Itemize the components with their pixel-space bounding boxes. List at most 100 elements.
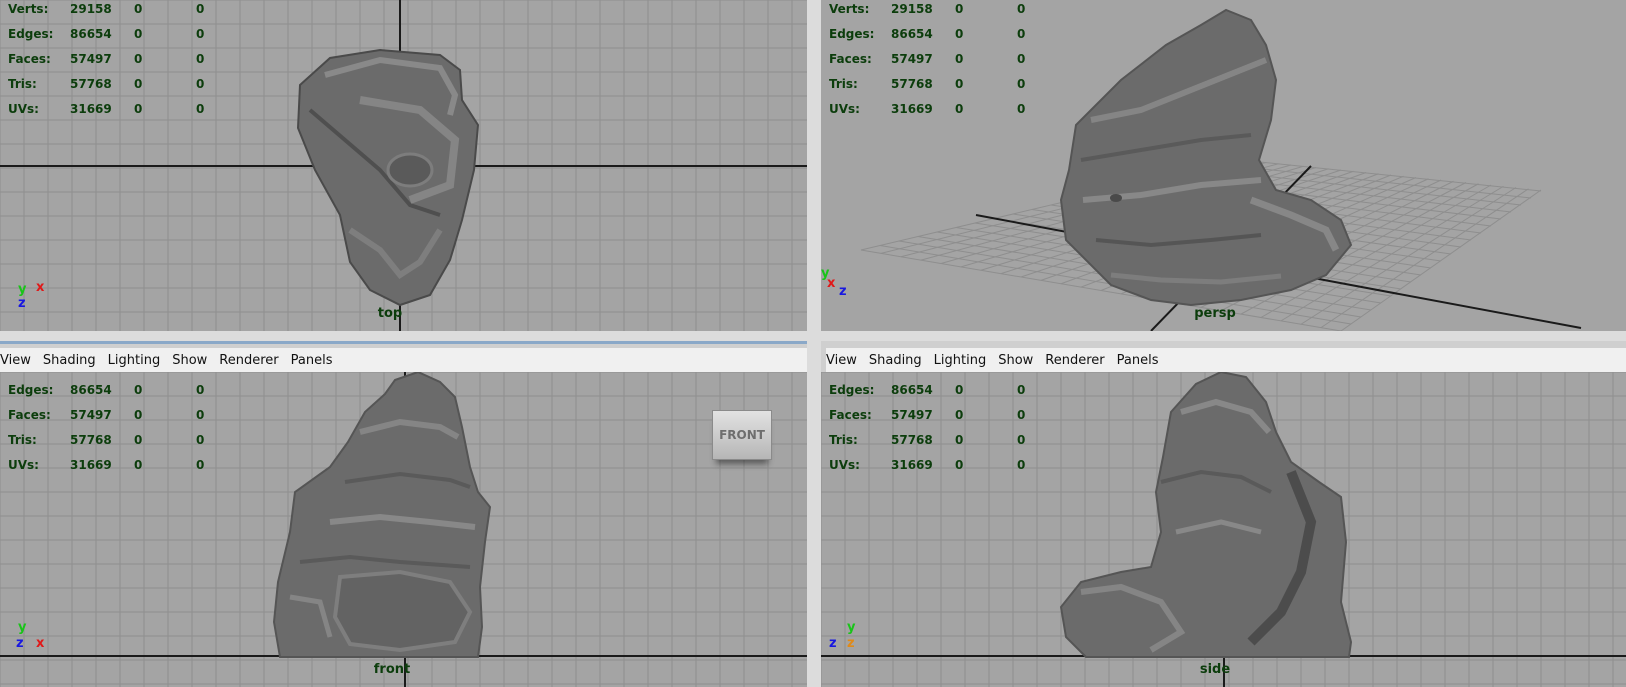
camera-name-label: front xyxy=(373,662,411,677)
hud-v2: 0 xyxy=(955,458,964,472)
axis-gizmo: y z x xyxy=(14,620,50,656)
hud-v3: 0 xyxy=(196,408,205,422)
camera-name-label: top xyxy=(377,306,403,321)
hud-v3: 0 xyxy=(1017,433,1026,447)
hud-v3: 0 xyxy=(196,77,205,91)
rock-mesh-side xyxy=(1059,372,1353,658)
hud-v1: 57497 xyxy=(891,52,933,66)
hud-v1: 29158 xyxy=(891,2,933,16)
menu-show[interactable]: Show xyxy=(172,353,207,368)
hud-v1: 29158 xyxy=(70,2,112,16)
hud-v1: 86654 xyxy=(891,383,933,397)
top-view-canvas xyxy=(0,0,807,331)
viewport-side[interactable]: Verts:2915800Edges:8665400Faces:5749700T… xyxy=(821,372,1626,687)
hud-v3: 0 xyxy=(196,433,205,447)
hud-v2: 0 xyxy=(134,52,143,66)
axis-gizmo: y x z xyxy=(14,280,50,316)
hud-v3: 0 xyxy=(1017,408,1026,422)
hud-label: Verts: xyxy=(829,2,870,16)
viewport-divider-vertical[interactable] xyxy=(807,0,821,687)
viewport-divider-horizontal[interactable] xyxy=(0,331,1626,341)
hud-label: Tris: xyxy=(829,77,858,91)
hud-v3: 0 xyxy=(1017,383,1026,397)
menu-view[interactable]: View xyxy=(0,353,31,368)
rock-mesh-top xyxy=(296,48,480,307)
viewport-persp[interactable]: Verts: 29158 0 0 Edges: 86654 0 0 Faces: 57497 0 0 T… xyxy=(821,0,1626,331)
hud-v1: 31669 xyxy=(891,458,933,472)
hud-label: UVs: xyxy=(829,102,860,116)
hud-v3: 0 xyxy=(1017,458,1026,472)
rock-mesh-front xyxy=(272,372,492,658)
hud-v1: 57768 xyxy=(891,433,933,447)
hud-v1: 86654 xyxy=(70,383,112,397)
rock-mesh-persp xyxy=(1059,8,1353,307)
axis-label-y: y xyxy=(18,620,27,635)
hud-v2: 0 xyxy=(134,408,143,422)
menu-shading[interactable]: Shading xyxy=(869,353,922,368)
camera-name-label: side xyxy=(1199,662,1231,677)
hud-v1: 57768 xyxy=(70,433,112,447)
hud-v3: 0 xyxy=(196,102,205,116)
hud-label: UVs: xyxy=(8,458,39,472)
menu-view[interactable]: View xyxy=(826,353,857,368)
side-view-canvas xyxy=(821,372,1626,687)
hud-label: Edges: xyxy=(8,27,54,41)
axis-label-z: z xyxy=(16,636,24,651)
hud-label: Faces: xyxy=(8,408,51,422)
viewport-top[interactable]: Verts: 29158 0 0 Edges: 86654 0 0 Faces: 57497 0 0 T… xyxy=(0,0,807,331)
hud-v3: 0 xyxy=(196,52,205,66)
hud-label: Tris: xyxy=(8,433,37,447)
hud-v1: 57497 xyxy=(70,408,112,422)
hud-v2: 0 xyxy=(134,2,143,16)
hud-v3: 0 xyxy=(196,2,205,16)
menu-lighting[interactable]: Lighting xyxy=(934,353,987,368)
menu-renderer[interactable]: Renderer xyxy=(1045,353,1104,368)
hud-label: Verts: xyxy=(8,2,49,16)
hud-v2: 0 xyxy=(134,433,143,447)
menu-panels[interactable]: Panels xyxy=(291,353,333,368)
hud-v1: 57497 xyxy=(891,408,933,422)
hud-label: Edges: xyxy=(829,383,875,397)
hud-v1: 57768 xyxy=(891,77,933,91)
persp-view-canvas xyxy=(860,8,1582,331)
hud-v2: 0 xyxy=(134,383,143,397)
hud-v1: 86654 xyxy=(70,27,112,41)
hud-v1: 57497 xyxy=(70,52,112,66)
hud-label: Tris: xyxy=(8,77,37,91)
hud-v3: 0 xyxy=(1017,102,1026,116)
hud-label: Faces: xyxy=(8,52,51,66)
hud-label: Faces: xyxy=(829,408,872,422)
axis-label-x: x xyxy=(36,280,45,295)
hud-label: Faces: xyxy=(829,52,872,66)
hud-v1: 31669 xyxy=(70,458,112,472)
hud-v2: 0 xyxy=(134,102,143,116)
menu-show[interactable]: Show xyxy=(998,353,1033,368)
hud-v3: 0 xyxy=(196,383,205,397)
hud-v2: 0 xyxy=(955,2,964,16)
axis-gizmo: y x z xyxy=(821,264,857,300)
hud-v3: 0 xyxy=(1017,52,1026,66)
axis-label-z2: z xyxy=(847,636,855,651)
axis-label-z: z xyxy=(839,284,847,299)
axis-label-x: x xyxy=(36,636,45,651)
menu-renderer[interactable]: Renderer xyxy=(219,353,278,368)
axis-label-y: y xyxy=(847,620,856,635)
menu-lighting[interactable]: Lighting xyxy=(108,353,161,368)
hud-v3: 0 xyxy=(1017,27,1026,41)
menu-shading[interactable]: Shading xyxy=(43,353,96,368)
hud-v2: 0 xyxy=(955,433,964,447)
hud-label: Edges: xyxy=(829,27,875,41)
hud-v2: 0 xyxy=(955,52,964,66)
hud-v1: 31669 xyxy=(70,102,112,116)
viewport-front[interactable]: Verts:2915800Edges:8665400Faces:5749700T… xyxy=(0,372,807,687)
menu-panels[interactable]: Panels xyxy=(1117,353,1159,368)
hud-v3: 0 xyxy=(1017,77,1026,91)
view-cube-front[interactable]: FRONT xyxy=(712,410,772,460)
front-view-canvas xyxy=(0,372,807,687)
panel-menu-bar-front: View Shading Lighting Show Renderer Pane… xyxy=(0,348,807,372)
active-panel-highlight xyxy=(0,341,807,344)
hud-v1: 86654 xyxy=(891,27,933,41)
hud-v2: 0 xyxy=(955,408,964,422)
hud-v3: 0 xyxy=(196,27,205,41)
hud-v2: 0 xyxy=(955,383,964,397)
